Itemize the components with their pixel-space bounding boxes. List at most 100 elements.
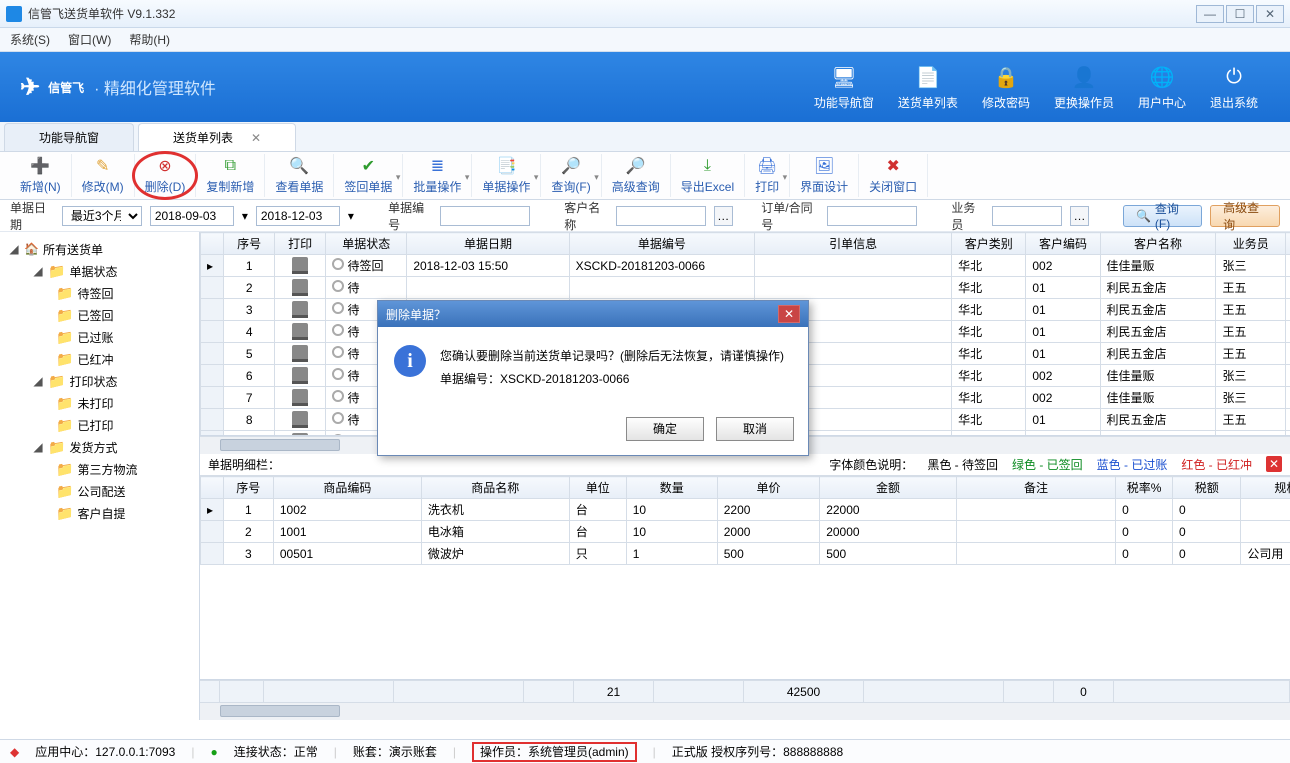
table-row[interactable]: ▸1 待签回2018-12-03 15:50XSCKD-20181203-006… (201, 255, 1290, 277)
h-scrollbar-detail[interactable] (200, 702, 1290, 720)
tree-item[interactable]: 📁客户自提 (6, 502, 193, 524)
tree-item[interactable]: 📁未打印 (6, 392, 193, 414)
toolbar-关闭窗口[interactable]: ✖关闭窗口 (859, 154, 928, 197)
dialog-message-2: 单据编号：XSCKD-20181203-0066 (440, 368, 784, 391)
state-icon (332, 390, 344, 402)
delete-confirm-dialog: 删除单据？ ✕ i 您确认要删除当前送货单记录吗？(删除后无法恢复，请谨慎操作)… (377, 300, 809, 456)
customer-picker-button[interactable]: … (714, 206, 732, 226)
toolbar-高级查询[interactable]: 🔎高级查询 (602, 154, 671, 197)
detail-close-button[interactable]: ✕ (1266, 456, 1282, 472)
printer-icon (292, 389, 308, 403)
ok-button[interactable]: 确定 (626, 417, 704, 441)
detail-title: 单据明细栏： (208, 456, 280, 473)
label-date: 单据日期 (10, 199, 54, 233)
menu-window[interactable]: 窗口(W) (68, 31, 111, 48)
adv-query-button[interactable]: 高级查询 (1210, 205, 1280, 227)
tree-item[interactable]: 📁已打印 (6, 414, 193, 436)
minimize-button[interactable]: — (1196, 5, 1224, 23)
tree-group-shipmethod[interactable]: ◢📁发货方式 (6, 436, 193, 458)
state-icon (332, 258, 344, 270)
menu-system[interactable]: 系统(S) (10, 31, 50, 48)
toolbar-修改(M)[interactable]: ✎修改(M) (72, 154, 135, 197)
sales-input[interactable] (992, 206, 1062, 226)
dialog-title: 删除单据？ (386, 306, 446, 323)
date-to-input[interactable] (256, 206, 340, 226)
state-icon (332, 412, 344, 424)
printer-icon (292, 279, 308, 293)
maximize-button[interactable]: ☐ (1226, 5, 1254, 23)
printer-icon (292, 301, 308, 315)
legend-item: 绿色 - 已签回 (1012, 456, 1083, 473)
tree-item[interactable]: 📁已红冲 (6, 348, 193, 370)
label-customer: 客户名称 (564, 199, 608, 233)
tree-group-docstate[interactable]: ◢📁单据状态 (6, 260, 193, 282)
close-icon[interactable]: ✕ (251, 131, 261, 145)
query-button[interactable]: 🔍 查询(F) (1123, 205, 1202, 227)
toolbar-界面设计[interactable]: 🖼界面设计 (790, 154, 859, 197)
date-range-select[interactable]: 最近3个月 (62, 206, 142, 226)
dialog-close-button[interactable]: ✕ (778, 305, 800, 323)
window-title: 信管飞送货单软件 V9.1.332 (28, 5, 1196, 22)
status-bar: ◆应用中心：127.0.0.1:7093| ●连接状态：正常| 账套：演示账套|… (0, 739, 1290, 763)
tab-strip: 功能导航窗 送货单列表✕ (0, 122, 1290, 152)
table-row[interactable]: 300501微波炉只150050000公司用100500 (201, 543, 1290, 565)
banner-item-5[interactable]: ⏻退出系统 (1210, 64, 1258, 111)
date-from-input[interactable] (150, 206, 234, 226)
tree-item[interactable]: 📁已签回 (6, 304, 193, 326)
banner-item-2[interactable]: 🔒修改密码 (982, 64, 1030, 111)
filter-bar: 单据日期 最近3个月 ▾ ▾ 单据编号 客户名称 … 订单/合同号 业务员 … … (0, 200, 1290, 232)
customer-input[interactable] (616, 206, 706, 226)
status-conn: 连接状态：正常 (234, 743, 318, 760)
banner-item-4[interactable]: 🌐用户中心 (1138, 64, 1186, 111)
legend-item: 黑色 - 待签回 (927, 456, 998, 473)
tree-item[interactable]: 📁已过账 (6, 326, 193, 348)
tab-delivery-list[interactable]: 送货单列表✕ (138, 123, 296, 151)
tree-group-printstate[interactable]: ◢📁打印状态 (6, 370, 193, 392)
table-row[interactable]: ▸11002洗衣机台10220022000001002200 (201, 499, 1290, 521)
state-icon (332, 346, 344, 358)
sales-picker-button[interactable]: … (1070, 206, 1088, 226)
table-row[interactable]: 21001电冰箱台10200020000001002000 (201, 521, 1290, 543)
toolbar-删除(D)[interactable]: ⊗删除(D) (135, 154, 197, 197)
tree-item[interactable]: 📁公司配送 (6, 480, 193, 502)
toolbar-签回单据[interactable]: ✔签回单据 (334, 154, 403, 197)
toolbar: ➕新增(N)✎修改(M)⊗删除(D)⧉复制新增🔍查看单据✔签回单据≣批量操作📑单… (0, 152, 1290, 200)
detail-grid-wrap[interactable]: 序号商品编码商品名称单位数量单价金额备注税率%税额规格折扣率%折扣单▸11002… (200, 476, 1290, 680)
order-input[interactable] (827, 206, 917, 226)
printer-icon (292, 367, 308, 381)
printer-icon (292, 411, 308, 425)
label-order: 订单/合同号 (761, 199, 819, 233)
banner-item-0[interactable]: 🖥功能导航窗 (814, 64, 874, 111)
label-docno: 单据编号 (388, 199, 432, 233)
tree-root[interactable]: ◢🏠所有送货单 (6, 238, 193, 260)
close-button[interactable]: ✕ (1256, 5, 1284, 23)
tree-item[interactable]: 📁待签回 (6, 282, 193, 304)
banner-item-3[interactable]: 👤更换操作员 (1054, 64, 1114, 111)
legend-label: 字体颜色说明： (829, 456, 913, 473)
menu-help[interactable]: 帮助(H) (129, 31, 170, 48)
dialog-titlebar[interactable]: 删除单据？ ✕ (378, 301, 808, 327)
titlebar: 信管飞送货单软件 V9.1.332 — ☐ ✕ (0, 0, 1290, 28)
tree-item[interactable]: 📁第三方物流 (6, 458, 193, 480)
toolbar-单据操作[interactable]: 📑单据操作 (472, 154, 541, 197)
toolbar-查看单据[interactable]: 🔍查看单据 (265, 154, 334, 197)
cancel-button[interactable]: 取消 (716, 417, 794, 441)
toolbar-查询(F)[interactable]: 🔎查询(F) (541, 154, 601, 197)
app-icon (6, 6, 22, 22)
banner: ✈信管飞 · 精细化管理软件 🖥功能导航窗📄送货单列表🔒修改密码👤更换操作员🌐用… (0, 52, 1290, 122)
dialog-message-1: 您确认要删除当前送货单记录吗？(删除后无法恢复，请谨慎操作) (440, 345, 784, 368)
toolbar-批量操作[interactable]: ≣批量操作 (403, 154, 472, 197)
docno-input[interactable] (440, 206, 530, 226)
totals-row: 21 42500 0 (200, 680, 1290, 702)
printer-icon (292, 323, 308, 337)
info-icon: i (394, 345, 426, 377)
toolbar-导出Excel[interactable]: ⤓导出Excel (671, 154, 745, 197)
banner-item-1[interactable]: 📄送货单列表 (898, 64, 958, 111)
toolbar-打印[interactable]: 🖨打印 (745, 154, 790, 197)
toolbar-复制新增[interactable]: ⧉复制新增 (196, 154, 265, 197)
status-app: 应用中心：127.0.0.1:7093 (35, 743, 175, 760)
state-icon (332, 302, 344, 314)
table-row[interactable]: 2 待华北01利民五金店王五利民五金店张先 (201, 277, 1290, 299)
toolbar-新增(N)[interactable]: ➕新增(N) (10, 154, 72, 197)
tab-nav[interactable]: 功能导航窗 (4, 123, 134, 151)
